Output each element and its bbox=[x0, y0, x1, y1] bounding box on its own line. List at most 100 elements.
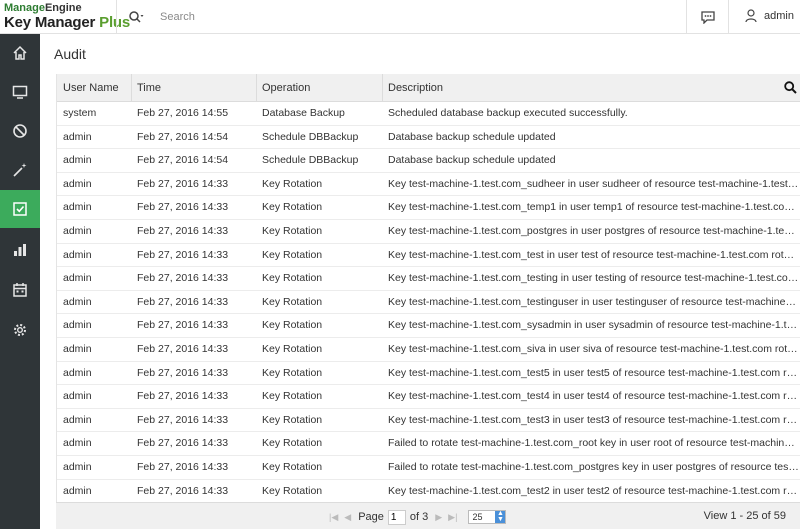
cell-user-name: admin bbox=[63, 201, 92, 214]
cell-operation: Schedule DBBackup bbox=[262, 130, 359, 143]
cell-user-name: admin bbox=[63, 177, 92, 190]
sidebar-item-resources[interactable] bbox=[0, 73, 40, 111]
table-row[interactable]: system Feb 27, 2016 14:55 Database Backup S… bbox=[57, 102, 800, 126]
cell-description: Key test-machine-1.test.com_test5 in use… bbox=[388, 366, 799, 379]
cell-time: Feb 27, 2016 14:33 bbox=[137, 390, 229, 403]
cell-user-name: admin bbox=[63, 413, 92, 426]
table-row[interactable]: admin Feb 27, 2016 14:54 Schedule DBBackup… bbox=[57, 149, 800, 173]
table-row[interactable]: admin Feb 27, 2016 14:33 Key Rotation Key t… bbox=[57, 291, 800, 315]
table-row[interactable]: admin Feb 27, 2016 14:54 Schedule DBBackup… bbox=[57, 126, 800, 150]
cell-user-name: system bbox=[63, 107, 97, 119]
cell-user-name: admin bbox=[63, 295, 92, 308]
search-dropdown-icon[interactable] bbox=[128, 10, 144, 24]
cell-time: Feb 27, 2016 14:54 bbox=[137, 130, 229, 143]
table-row[interactable]: admin Feb 27, 2016 14:33 Key Rotation Key t… bbox=[57, 267, 800, 291]
cell-operation: Key Rotation bbox=[262, 201, 323, 214]
settings-gear-icon bbox=[14, 324, 26, 336]
cell-user-name: admin bbox=[63, 225, 92, 237]
table-row[interactable]: admin Feb 27, 2016 14:33 Key Rotation Key t… bbox=[57, 338, 800, 362]
cell-time: Feb 27, 2016 14:33 bbox=[137, 225, 229, 237]
prev-page-icon[interactable]: ◀ bbox=[344, 512, 351, 523]
header-divider bbox=[728, 0, 729, 34]
first-page-icon[interactable]: |◀ bbox=[329, 512, 338, 523]
table-row[interactable]: admin Feb 27, 2016 14:33 Key Rotation Key t… bbox=[57, 362, 800, 386]
cell-operation: Key Rotation bbox=[262, 390, 323, 403]
cell-user-name: admin bbox=[63, 343, 92, 355]
cell-user-name: admin bbox=[63, 154, 92, 167]
table-footer: |◀ ◀ Page of 3 ▶ ▶| 25 ▲▼ View 1 - 25 of… bbox=[56, 502, 800, 529]
sidebar-item-schedule[interactable] bbox=[0, 271, 40, 309]
table-row[interactable]: admin Feb 27, 2016 14:33 Key Rotation Key t… bbox=[57, 173, 800, 197]
cell-operation: Schedule DBBackup bbox=[262, 154, 359, 167]
table-row[interactable]: admin Feb 27, 2016 14:33 Key Rotation Key t… bbox=[57, 480, 800, 504]
sidebar-item-settings[interactable] bbox=[0, 311, 40, 349]
column-header-user-name[interactable]: User Name bbox=[57, 74, 131, 102]
cell-description: Key test-machine-1.test.com_test4 in use… bbox=[388, 390, 799, 403]
blocked-icon bbox=[13, 124, 27, 138]
app-logo[interactable]: ManageEngine Key Manager Plus bbox=[4, 3, 144, 33]
table-row[interactable]: admin Feb 27, 2016 14:33 Key Rotation Key t… bbox=[57, 385, 800, 409]
table-row[interactable]: admin Feb 27, 2016 14:33 Key Rotation Key t… bbox=[57, 314, 800, 338]
cell-user-name: admin bbox=[63, 366, 92, 379]
cell-description: Key test-machine-1.test.com_sudheer in u… bbox=[388, 177, 799, 190]
search-input[interactable] bbox=[160, 8, 460, 26]
cell-user-name: admin bbox=[63, 248, 92, 261]
table-row[interactable]: admin Feb 27, 2016 14:33 Key Rotation Key t… bbox=[57, 220, 800, 244]
next-page-icon[interactable]: ▶ bbox=[435, 512, 442, 523]
page-title: Audit bbox=[54, 46, 86, 62]
page-size-select[interactable]: 25 ▲ ▼ bbox=[468, 510, 507, 524]
cell-operation: Key Rotation bbox=[262, 343, 323, 355]
cell-time: Feb 27, 2016 14:33 bbox=[137, 319, 229, 332]
table-row[interactable]: admin Feb 27, 2016 14:33 Key Rotation Key t… bbox=[57, 196, 800, 220]
sidebar-item-home[interactable] bbox=[0, 34, 40, 72]
audit-check-icon bbox=[13, 202, 27, 216]
chat-icon[interactable] bbox=[700, 10, 716, 25]
cell-operation: Key Rotation bbox=[262, 437, 323, 450]
cell-operation: Key Rotation bbox=[262, 248, 323, 261]
logo-brand: ManageEngine bbox=[4, 2, 82, 14]
cell-time: Feb 27, 2016 14:33 bbox=[137, 177, 229, 190]
sidebar-item-audit[interactable] bbox=[0, 190, 40, 228]
cell-time: Feb 27, 2016 14:33 bbox=[137, 272, 229, 285]
cell-operation: Key Rotation bbox=[262, 177, 323, 190]
cell-user-name: admin bbox=[63, 130, 92, 143]
cell-time: Feb 27, 2016 14:33 bbox=[137, 437, 229, 450]
last-page-icon[interactable]: ▶| bbox=[448, 512, 457, 523]
cell-time: Feb 27, 2016 14:33 bbox=[137, 413, 229, 426]
cell-operation: Key Rotation bbox=[262, 272, 323, 285]
user-icon[interactable] bbox=[745, 9, 757, 23]
audit-table: User Name Time Operation Description sys… bbox=[56, 74, 800, 529]
header-divider bbox=[116, 0, 117, 34]
user-name[interactable]: admin bbox=[764, 10, 794, 22]
cell-time: Feb 27, 2016 14:33 bbox=[137, 295, 229, 308]
pagination: |◀ ◀ Page of 3 ▶ ▶| 25 ▲▼ bbox=[326, 509, 507, 525]
cell-description: Database backup schedule updated bbox=[388, 130, 556, 143]
cell-user-name: admin bbox=[63, 437, 92, 450]
main-content: Audit User Name Time Operation Descripti… bbox=[40, 34, 800, 529]
table-row[interactable]: admin Feb 27, 2016 14:33 Key Rotation Key t… bbox=[57, 409, 800, 433]
cell-operation: Key Rotation bbox=[262, 295, 323, 308]
home-icon bbox=[13, 45, 27, 60]
column-header-description[interactable]: Description bbox=[382, 74, 772, 102]
cell-operation: Key Rotation bbox=[262, 461, 323, 473]
page-label: Page bbox=[358, 511, 384, 523]
table-row[interactable]: admin Feb 27, 2016 14:33 Key Rotation Faile… bbox=[57, 432, 800, 456]
table-row[interactable]: admin Feb 27, 2016 14:33 Key Rotation Key t… bbox=[57, 244, 800, 268]
cell-user-name: admin bbox=[63, 461, 92, 473]
page-count-label: of 3 bbox=[409, 511, 429, 523]
cell-user-name: admin bbox=[63, 390, 92, 403]
sidebar-item-tools[interactable] bbox=[0, 151, 40, 189]
sidebar-item-blocked[interactable] bbox=[0, 112, 40, 150]
page-number-input[interactable] bbox=[387, 509, 406, 525]
cell-operation: Key Rotation bbox=[262, 366, 323, 379]
header-divider bbox=[686, 0, 687, 34]
cell-operation: Database Backup bbox=[262, 107, 345, 119]
sidebar-item-reports[interactable] bbox=[0, 231, 40, 269]
cell-time: Feb 27, 2016 14:33 bbox=[137, 343, 229, 355]
table-search-icon[interactable] bbox=[784, 81, 797, 94]
table-row[interactable]: admin Feb 27, 2016 14:33 Key Rotation Faile… bbox=[57, 456, 800, 480]
record-count-info: View 1 - 25 of 59 bbox=[703, 510, 786, 522]
table-header: User Name Time Operation Description bbox=[57, 74, 800, 102]
column-header-operation[interactable]: Operation bbox=[256, 74, 382, 102]
column-header-time[interactable]: Time bbox=[131, 74, 256, 102]
